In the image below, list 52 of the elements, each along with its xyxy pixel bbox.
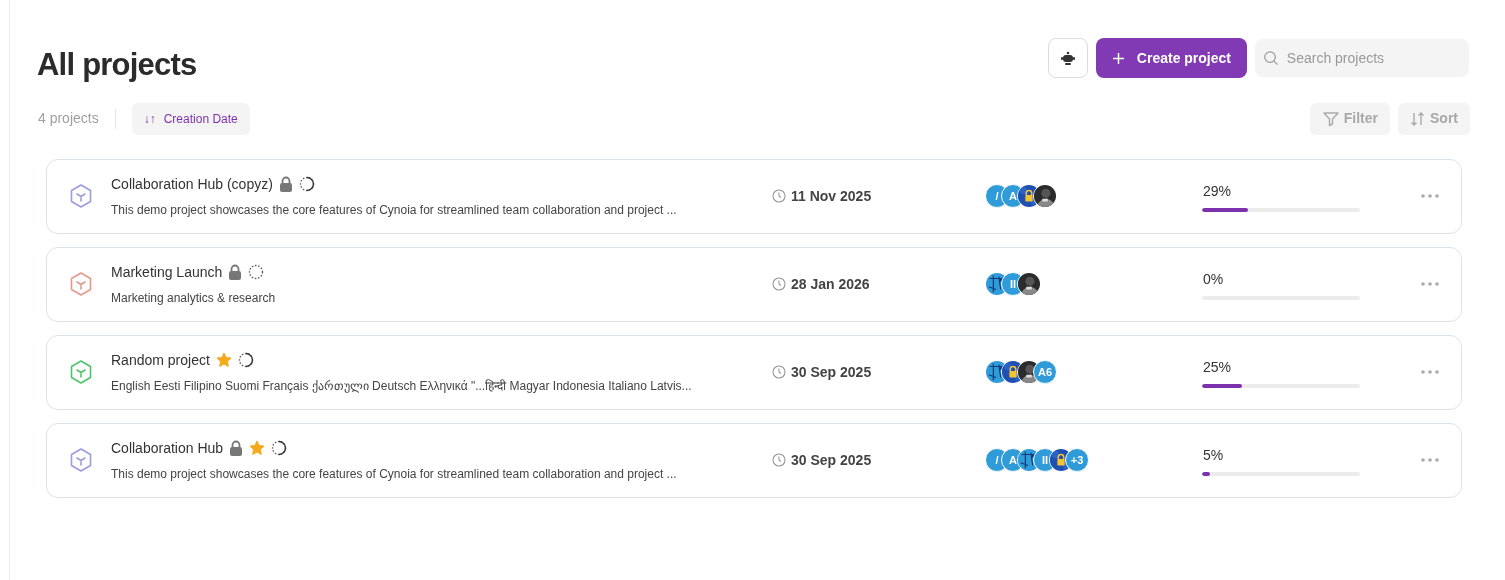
project-name[interactable]: Marketing Launch bbox=[111, 261, 223, 283]
project-count: 4 projects bbox=[37, 109, 99, 128]
project-card[interactable]: Random project English Eesti Filipino Suomi Français ქართული Deutsch Ελληνικά "...हिन्दी Magyar Indonesia Italiano Latvis... 30 Sep 2025 A6 25% bbox=[46, 334, 1462, 410]
clock-icon bbox=[772, 189, 786, 203]
project-date: 30 Sep 2025 bbox=[791, 450, 872, 470]
robot-icon bbox=[1059, 50, 1076, 66]
clock-icon bbox=[772, 365, 786, 379]
progress-value: 25% bbox=[1202, 357, 1233, 377]
search-input[interactable]: Search projects bbox=[1286, 47, 1461, 69]
progress-ring-icon bbox=[298, 176, 315, 192]
star-icon bbox=[215, 352, 232, 368]
clock-icon bbox=[772, 277, 786, 291]
project-card[interactable]: Collaboration Hub (copyz) This demo project showcases the core features of Cynoia for streamlined team collaboration and project ... 11 Nov 2025 / A 29% bbox=[46, 158, 1462, 234]
project-description: This demo project showcases the core features of Cynoia for streamlined team collaboration and project ... bbox=[111, 465, 678, 483]
dashed-circle-icon bbox=[248, 264, 265, 280]
avatar: A6 bbox=[1033, 360, 1057, 384]
plus-icon bbox=[1111, 51, 1125, 65]
sort-chip[interactable]: ↓↑ Creation Date bbox=[131, 102, 250, 135]
project-name[interactable]: Collaboration Hub bbox=[111, 437, 224, 459]
project-description: English Eesti Filipino Suomi Français ქართული Deutsch Ελληνικά "...हिन्दी Magyar Indonesia Italiano Latvis... bbox=[111, 377, 693, 395]
more-icon bbox=[1420, 193, 1440, 199]
lock-icon bbox=[229, 440, 244, 456]
search-field[interactable]: Search projects bbox=[1255, 39, 1469, 77]
project-date: 11 Nov 2025 bbox=[791, 186, 872, 206]
page-title: All projects bbox=[37, 46, 197, 84]
more-icon bbox=[1420, 281, 1440, 287]
project-name[interactable]: Collaboration Hub (copyz) bbox=[111, 173, 273, 195]
create-project-button[interactable]: Create project bbox=[1095, 38, 1247, 78]
assistant-button[interactable] bbox=[1047, 38, 1088, 78]
progress-ring-icon bbox=[237, 352, 254, 368]
progress-value: 29% bbox=[1202, 181, 1233, 201]
project-date: 30 Sep 2025 bbox=[791, 362, 872, 382]
star-icon bbox=[249, 440, 266, 456]
progress-value: 5% bbox=[1202, 445, 1225, 465]
project-date: 28 Jan 2026 bbox=[791, 274, 870, 294]
project-card[interactable]: Marketing Launch Marketing analytics & research 28 Jan 2026 II 0% bbox=[46, 246, 1462, 322]
project-description: Marketing analytics & research bbox=[111, 289, 277, 307]
lock-icon bbox=[228, 264, 243, 280]
sort-arrows-icon: ↓↑ bbox=[143, 109, 156, 128]
avatar: +3 bbox=[1065, 448, 1089, 472]
clock-icon bbox=[772, 453, 786, 467]
project-name[interactable]: Random project bbox=[111, 349, 210, 371]
filter-icon bbox=[1321, 110, 1340, 127]
progress-ring-icon bbox=[271, 440, 288, 456]
more-icon bbox=[1420, 369, 1440, 375]
project-description: This demo project showcases the core features of Cynoia for streamlined team collaboration and project ... bbox=[111, 201, 678, 219]
sort-icon bbox=[1410, 110, 1426, 127]
more-icon bbox=[1420, 457, 1440, 463]
search-icon bbox=[1263, 49, 1279, 67]
progress-value: 0% bbox=[1202, 269, 1225, 289]
project-card[interactable]: Collaboration Hub This demo project showcases the core features of Cynoia for streamlined team collaboration and project ... 30 Sep 2025 / A II +3 5% bbox=[46, 422, 1462, 498]
lock-icon bbox=[278, 176, 293, 192]
